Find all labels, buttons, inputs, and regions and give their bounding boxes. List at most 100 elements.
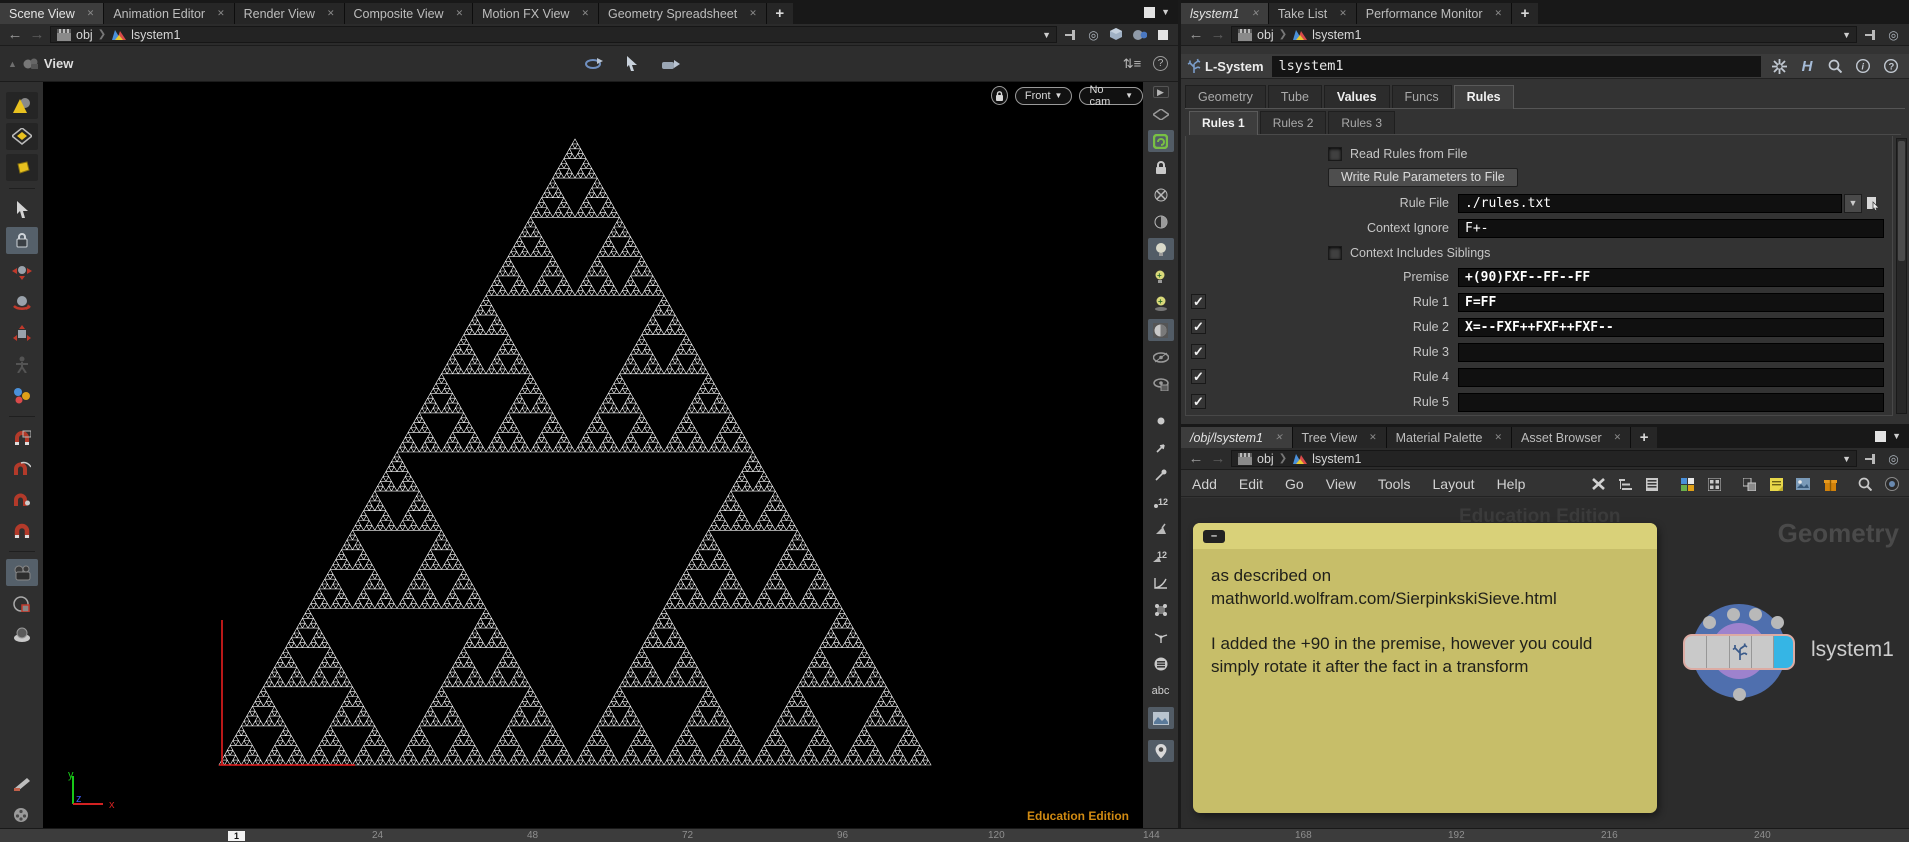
tab-values[interactable]: Values <box>1324 85 1390 108</box>
close-icon[interactable]: ✕ <box>1614 432 1622 443</box>
close-icon[interactable]: ✕ <box>1251 8 1259 19</box>
node-flag-segment[interactable] <box>1707 636 1729 668</box>
gift-box-icon[interactable] <box>1819 474 1841 494</box>
background-image-icon[interactable] <box>1148 707 1174 729</box>
help-icon[interactable]: ? <box>1153 56 1168 71</box>
radial-menu-icon[interactable]: ◎ <box>1884 450 1903 468</box>
handles-location-icon[interactable] <box>1148 740 1174 762</box>
take-notes-icon[interactable] <box>6 770 38 797</box>
geometry-cube-icon[interactable] <box>1107 26 1126 44</box>
list-view-icon[interactable] <box>1641 474 1663 494</box>
light-tool-icon[interactable] <box>6 621 38 648</box>
close-icon[interactable]: ✕ <box>581 8 589 19</box>
viewport-lock-icon[interactable] <box>991 86 1008 105</box>
close-icon[interactable]: ✕ <box>1275 432 1283 443</box>
close-icon[interactable]: ✕ <box>327 8 335 19</box>
params-scrollbar[interactable] <box>1896 138 1907 414</box>
close-icon[interactable]: ✕ <box>1339 8 1347 19</box>
menu-edit[interactable]: Edit <box>1228 476 1274 492</box>
close-icon[interactable]: ✕ <box>217 8 225 19</box>
breadcrumb-node[interactable]: lsystem1 <box>131 28 180 42</box>
breadcrumb-node[interactable]: lsystem1 <box>1312 28 1361 42</box>
network-canvas[interactable]: Education Edition Geometry – as describe… <box>1181 498 1909 828</box>
tab-lsystem1[interactable]: lsystem1✕ <box>1181 3 1269 24</box>
box-model-tool-icon[interactable] <box>6 154 38 181</box>
translate-tool-icon[interactable] <box>6 258 38 285</box>
menu-layout[interactable]: Layout <box>1422 476 1486 492</box>
prim-normals-icon[interactable] <box>1148 518 1174 540</box>
pane-maximize-icon[interactable] <box>1875 431 1886 442</box>
high-quality-lighting-icon[interactable]: + <box>1148 265 1174 287</box>
camera-select-button[interactable]: No cam▼ <box>1079 87 1143 105</box>
playbar-timeline[interactable]: 1 24 48 72 96 120 144 168 192 216 240 <box>0 828 1909 842</box>
rule3-checkbox[interactable]: ✓ <box>1191 344 1206 359</box>
node-connector-dot[interactable] <box>1703 616 1716 629</box>
breadcrumb-root[interactable]: obj <box>76 28 93 42</box>
read-rules-checkbox[interactable] <box>1328 147 1342 161</box>
snap-point-magnet-icon[interactable] <box>6 486 38 513</box>
menu-view[interactable]: View <box>1315 476 1367 492</box>
tab-asset-browser[interactable]: Asset Browser✕ <box>1512 427 1631 448</box>
node-name-field[interactable] <box>1272 56 1761 77</box>
back-arrow-icon[interactable]: ← <box>1187 450 1205 467</box>
material-ball-icon[interactable] <box>1130 26 1149 44</box>
tab-scene-view[interactable]: Scene View✕ <box>0 3 104 24</box>
pose-tool-icon[interactable] <box>6 351 38 378</box>
close-icon[interactable]: ✕ <box>1495 432 1503 443</box>
view-orbit-tool-icon[interactable] <box>583 54 605 74</box>
close-icon[interactable]: ✕ <box>1494 8 1502 19</box>
menu-tools[interactable]: Tools <box>1367 476 1422 492</box>
view-direction-button[interactable]: Front▼ <box>1015 87 1073 105</box>
forward-arrow-icon[interactable]: → <box>28 26 46 43</box>
sticky-note[interactable]: – as described on mathworld.wolfram.com/… <box>1193 523 1657 813</box>
rule-file-field[interactable] <box>1458 194 1842 213</box>
rule4-field[interactable] <box>1458 368 1884 387</box>
pane-menu-chevron-icon[interactable]: ▼ <box>1161 7 1170 17</box>
new-tab-button[interactable]: + <box>767 3 793 24</box>
rule2-field[interactable] <box>1458 318 1884 337</box>
rule-file-dropdown-icon[interactable]: ▼ <box>1844 194 1862 213</box>
search-icon[interactable] <box>1854 474 1876 494</box>
sticky-note-tool-icon[interactable] <box>1765 474 1787 494</box>
node-connector-dot[interactable] <box>1733 688 1746 701</box>
rule5-field[interactable] <box>1458 393 1884 412</box>
preview-sphere-icon[interactable] <box>1881 474 1903 494</box>
rule5-checkbox[interactable]: ✓ <box>1191 394 1206 409</box>
shadow-lighting-icon[interactable]: + <box>1148 292 1174 314</box>
snap-magnet-icon[interactable] <box>6 517 38 544</box>
character-picker-icon[interactable] <box>6 382 38 409</box>
menu-help[interactable]: Help <box>1486 476 1537 492</box>
tree-view-icon[interactable] <box>1614 474 1636 494</box>
note-minimize-button[interactable]: – <box>1203 530 1225 543</box>
menu-add[interactable]: Add <box>1181 476 1228 492</box>
normal-lighting-icon[interactable] <box>1148 238 1174 260</box>
close-icon[interactable]: ✕ <box>87 8 95 19</box>
abc-text-icon[interactable]: abc <box>1148 680 1174 702</box>
profile-curve-icon[interactable] <box>1148 572 1174 594</box>
stow-bar-icon[interactable] <box>1153 26 1172 44</box>
no-lighting-icon[interactable] <box>1148 184 1174 206</box>
film-reel-icon[interactable] <box>6 801 38 828</box>
show-display-operator-icon[interactable] <box>1148 130 1174 152</box>
sort-list-icon[interactable]: ⇅≡ <box>1121 54 1143 74</box>
current-frame-marker[interactable]: 1 <box>228 831 245 841</box>
tab-material-palette[interactable]: Material Palette✕ <box>1387 427 1512 448</box>
node-connector-dot[interactable] <box>1727 608 1740 621</box>
breadcrumb-root[interactable]: obj <box>1257 452 1274 466</box>
color-palette-grid-icon[interactable] <box>1676 474 1698 494</box>
tools-wrench-icon[interactable] <box>1587 474 1609 494</box>
camera-tool-icon[interactable] <box>6 559 38 586</box>
breadcrumb-root[interactable]: obj <box>1257 28 1274 42</box>
context-ignore-field[interactable] <box>1458 219 1884 238</box>
params-scroll-thumb[interactable] <box>1898 141 1905 261</box>
menu-go[interactable]: Go <box>1274 476 1315 492</box>
premise-field[interactable] <box>1458 268 1884 287</box>
group-box-icon[interactable] <box>1148 599 1174 621</box>
pane-maximize-icon[interactable] <box>1144 7 1155 18</box>
pane-menu-chevron-icon[interactable]: ▼ <box>1892 431 1901 441</box>
node-flag-segment[interactable] <box>1752 636 1774 668</box>
pane-anchor-icon[interactable]: ▲ <box>8 59 17 69</box>
rule2-checkbox[interactable]: ✓ <box>1191 319 1206 334</box>
file-chooser-icon[interactable] <box>1862 193 1884 213</box>
tab-geometry-spreadsheet[interactable]: Geometry Spreadsheet✕ <box>599 3 767 24</box>
